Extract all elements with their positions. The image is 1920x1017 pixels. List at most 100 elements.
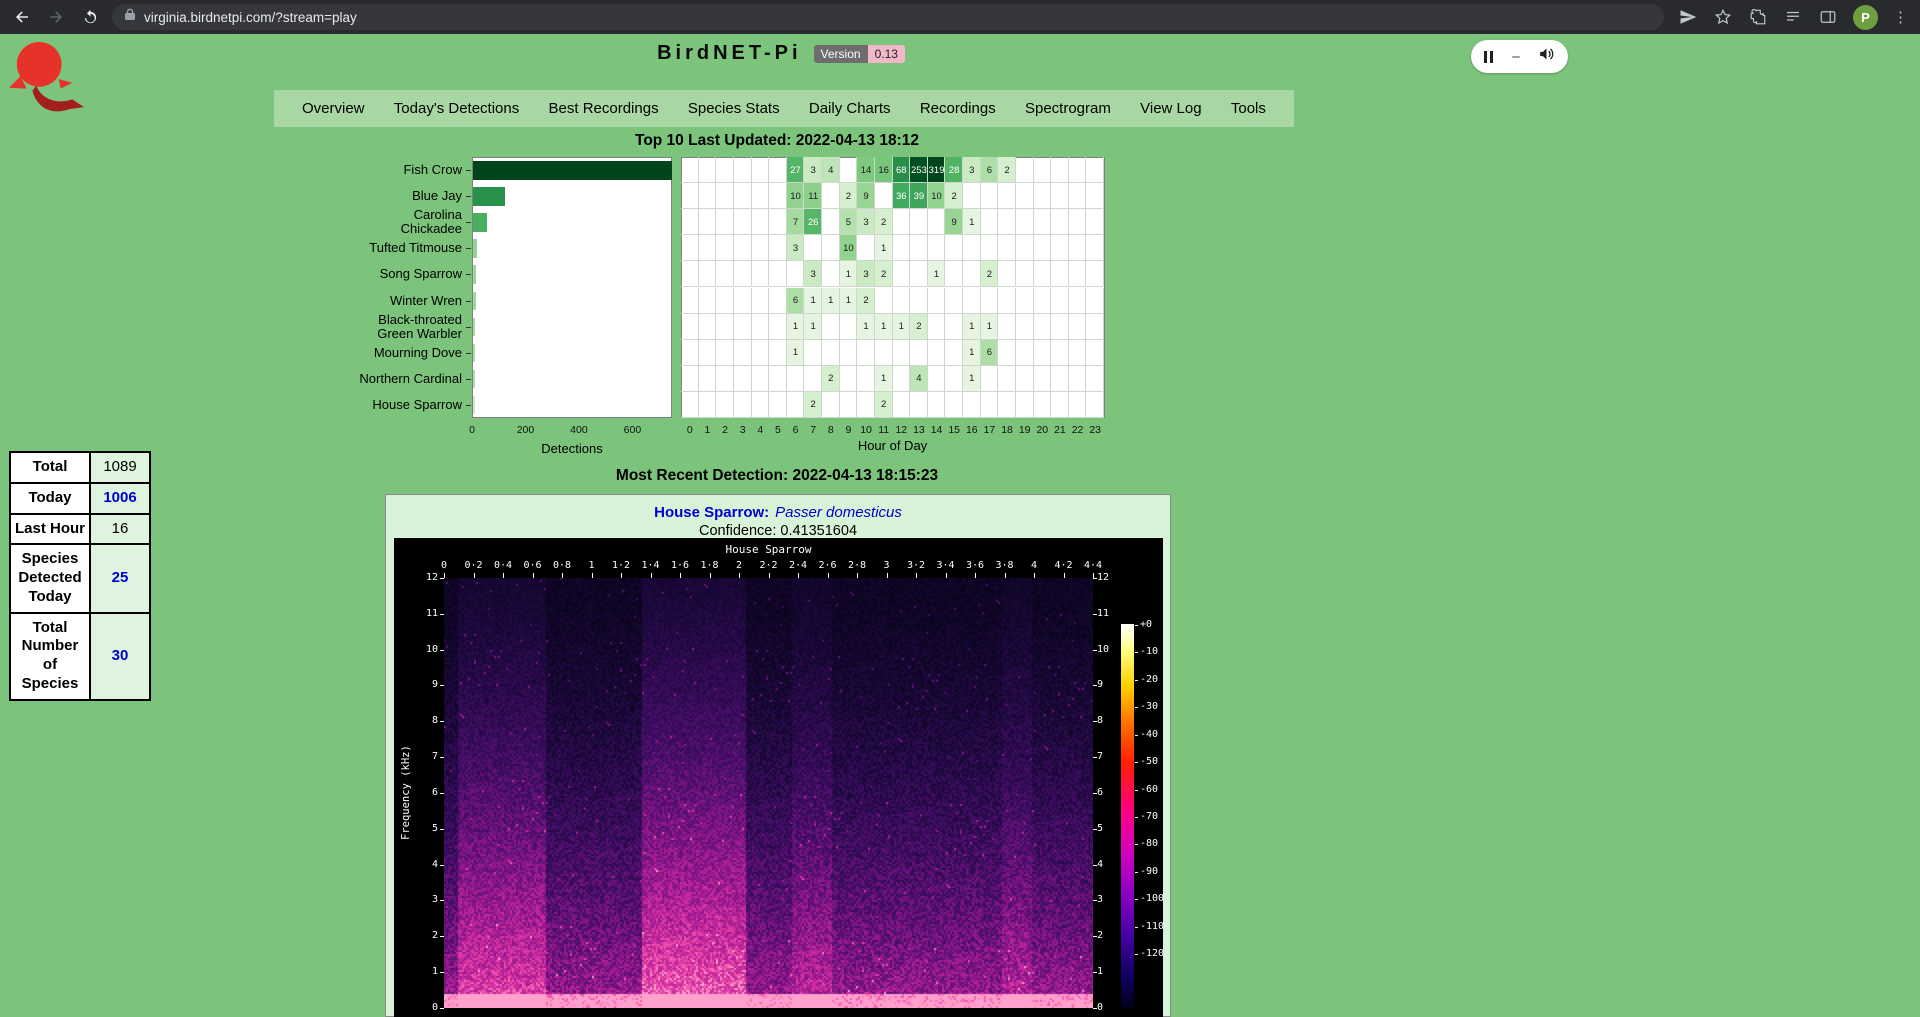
time-tick: 3·4 (931, 560, 961, 571)
freq-tick-mark (1093, 1008, 1097, 1009)
colorbar-tick: -60 (1140, 784, 1162, 795)
time-tick: 1·8 (695, 560, 725, 571)
nav-item-species-stats[interactable]: Species Stats (688, 100, 780, 117)
colorbar-tick: -110 (1140, 921, 1162, 932)
hour-axis-tick: 23 (1085, 424, 1105, 436)
freq-tick-right: 4 (1097, 859, 1119, 870)
hour-axis-tick: 22 (1068, 424, 1088, 436)
profile-avatar[interactable]: P (1853, 5, 1878, 30)
colorbar-tick-mark (1135, 625, 1138, 626)
stats-row: Total1089 (10, 452, 150, 483)
hour-axis-tick: 10 (856, 424, 876, 436)
stat-value[interactable]: 25 (90, 544, 150, 612)
freq-tick-left: 9 (412, 679, 438, 690)
forward-icon[interactable] (46, 7, 66, 27)
nav-item-recordings[interactable]: Recordings (920, 100, 996, 117)
freq-tick-right: 5 (1097, 823, 1119, 834)
time-tick: 1·2 (606, 560, 636, 571)
browser-toolbar: virginia.birdnetpi.com/?stream=play P ⋮ (0, 0, 1920, 34)
stat-label: Total (10, 452, 90, 483)
reload-icon[interactable] (80, 7, 100, 27)
spectrogram-ylabel: Frequency (kHz) (400, 578, 412, 1008)
stat-value[interactable]: 1006 (90, 483, 150, 514)
nav-item-today-s-detections[interactable]: Today's Detections (394, 100, 519, 117)
freq-tick-left: 5 (412, 823, 438, 834)
extensions-icon[interactable] (1748, 7, 1768, 27)
species-label: Northern Cardinal (352, 366, 462, 392)
address-bar[interactable]: virginia.birdnetpi.com/?stream=play (112, 4, 1664, 30)
nav-item-view-log[interactable]: View Log (1140, 100, 1201, 117)
time-tick: 0·2 (459, 560, 489, 571)
seek-bar[interactable] (1512, 56, 1520, 58)
back-icon[interactable] (12, 7, 32, 27)
volume-icon[interactable] (1538, 46, 1555, 67)
freq-tick-left: 0 (412, 1002, 438, 1013)
time-tick: 0·8 (547, 560, 577, 571)
stats-table-body: Total1089Today1006Last Hour16Species Det… (10, 452, 150, 700)
y-tick (466, 196, 471, 197)
colorbar-tick-mark (1135, 762, 1138, 763)
side-panel-icon[interactable] (1818, 7, 1838, 27)
nav-item-tools[interactable]: Tools (1231, 100, 1266, 117)
reading-list-icon[interactable] (1783, 7, 1803, 27)
colorbar-tick: -80 (1140, 838, 1162, 849)
species-label: Blue Jay (352, 183, 462, 209)
colorbar-tick-mark (1135, 817, 1138, 818)
version-value: 0.13 (868, 45, 905, 63)
time-tick: 3·8 (990, 560, 1020, 571)
detection-panel: House Sparrow:Passer domesticus Confiden… (385, 494, 1171, 1017)
hour-axis-tick: 1 (697, 424, 717, 436)
time-tick: 4·2 (1049, 560, 1079, 571)
pause-button[interactable] (1484, 51, 1493, 63)
version-label: Version (814, 45, 868, 63)
freq-tick-mark (1093, 578, 1097, 579)
freq-tick-mark (1093, 614, 1097, 615)
menu-icon[interactable]: ⋮ (1893, 8, 1908, 26)
time-tick: 0·6 (518, 560, 548, 571)
hour-axis-tick: 5 (768, 424, 788, 436)
stats-row: Species Detected Today25 (10, 544, 150, 612)
nav-item-daily-charts[interactable]: Daily Charts (809, 100, 891, 117)
hour-axis-tick: 14 (927, 424, 947, 436)
freq-tick-left: 12 (412, 572, 438, 583)
stats-row: Total Number of Species30 (10, 613, 150, 700)
freq-tick-left: 6 (412, 787, 438, 798)
spectrogram-title: House Sparrow (444, 543, 1093, 556)
stat-label: Today (10, 483, 90, 514)
send-icon[interactable] (1678, 7, 1698, 27)
bookmark-star-icon[interactable] (1713, 7, 1733, 27)
freq-tick-left: 3 (412, 894, 438, 905)
freq-tick-right: 1 (1097, 966, 1119, 977)
stats-row: Last Hour16 (10, 514, 150, 545)
freq-tick-right: 6 (1097, 787, 1119, 798)
bar-axis-label: Detections (472, 441, 672, 456)
stat-value[interactable]: 30 (90, 613, 150, 700)
species-label: House Sparrow (352, 392, 462, 418)
hour-axis-tick: 16 (962, 424, 982, 436)
freq-tick-left: 11 (412, 608, 438, 619)
colorbar-tick-mark (1135, 707, 1138, 708)
nav-item-best-recordings[interactable]: Best Recordings (549, 100, 659, 117)
species-label: Song Sparrow (352, 261, 462, 287)
detection-confidence: Confidence: 0.41351604 (386, 523, 1170, 539)
time-tick: 2·4 (783, 560, 813, 571)
hour-axis-tick: 9 (838, 424, 858, 436)
freq-tick-right: 8 (1097, 715, 1119, 726)
hour-axis-tick: 3 (733, 424, 753, 436)
freq-tick-right: 10 (1097, 644, 1119, 655)
y-tick (466, 248, 471, 249)
y-tick (466, 301, 471, 302)
bar-axis-tick: 0 (452, 424, 492, 436)
species-label: Tufted Titmouse (352, 235, 462, 261)
time-tick: 0·4 (488, 560, 518, 571)
y-tick (466, 222, 471, 223)
colorbar-tick-mark (1135, 927, 1138, 928)
freq-tick-left: 10 (412, 644, 438, 655)
nav-item-spectrogram[interactable]: Spectrogram (1025, 100, 1111, 117)
colorbar-tick-mark (1135, 680, 1138, 681)
page: BirdNET-Pi Version 0.13 OverviewToday's … (0, 34, 1920, 1017)
colorbar-tick: -100 (1140, 893, 1162, 904)
time-tick: 2·2 (754, 560, 784, 571)
freq-tick-mark (1093, 972, 1097, 973)
nav-item-overview[interactable]: Overview (302, 100, 365, 117)
